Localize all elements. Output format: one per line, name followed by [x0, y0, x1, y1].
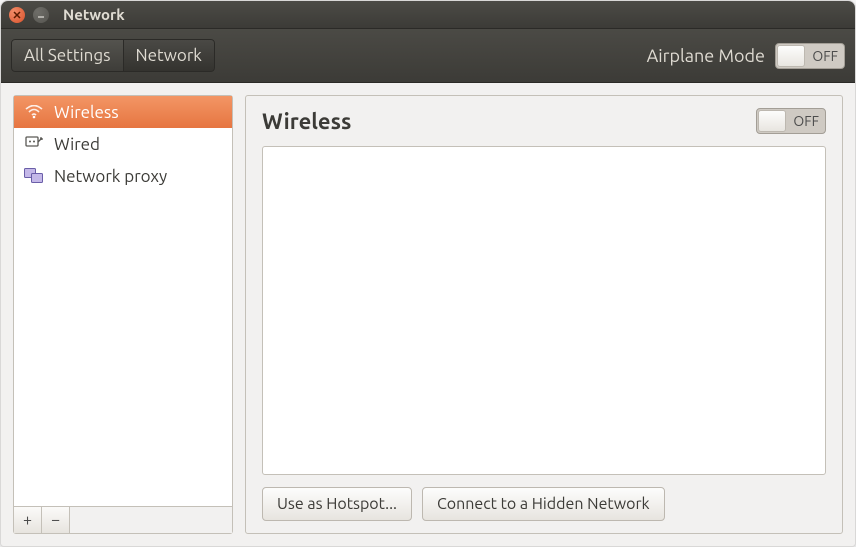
- airplane-mode-state: OFF: [812, 48, 838, 64]
- wired-icon: [24, 134, 44, 154]
- titlebar: Network: [1, 1, 855, 29]
- sidebar-item-wireless[interactable]: Wireless: [14, 96, 232, 128]
- sidebar-item-wired[interactable]: Wired: [14, 128, 232, 160]
- wireless-network-list[interactable]: [262, 146, 826, 475]
- network-settings-window: Network All Settings Network Airplane Mo…: [0, 0, 856, 547]
- minimize-icon[interactable]: [33, 7, 49, 23]
- connect-hidden-network-button[interactable]: Connect to a Hidden Network: [422, 487, 665, 521]
- sidebar-item-label: Wireless: [54, 103, 119, 122]
- wireless-state: OFF: [793, 113, 819, 129]
- wireless-toggle[interactable]: OFF: [756, 108, 826, 134]
- sidebar-item-label: Wired: [54, 135, 100, 154]
- wifi-icon: [24, 102, 44, 122]
- sidebar-list: Wireless Wired: [14, 96, 232, 506]
- content-title: Wireless: [262, 109, 351, 134]
- airplane-mode-toggle[interactable]: OFF: [775, 43, 845, 69]
- content-actions: Use as Hotspot... Connect to a Hidden Ne…: [262, 487, 826, 521]
- toggle-knob: [777, 45, 805, 67]
- add-connection-button[interactable]: +: [14, 507, 42, 533]
- crumb-network[interactable]: Network: [124, 39, 215, 72]
- content-header: Wireless OFF: [262, 108, 826, 134]
- sidebar-item-label: Network proxy: [54, 167, 167, 186]
- window-title: Network: [63, 6, 125, 23]
- toggle-knob: [758, 110, 786, 132]
- breadcrumb: All Settings Network: [11, 39, 215, 72]
- proxy-icon: [24, 166, 44, 186]
- toolbar: All Settings Network Airplane Mode OFF: [1, 29, 855, 83]
- sidebar-footer: + −: [14, 506, 232, 533]
- body: Wireless Wired: [1, 83, 855, 546]
- use-as-hotspot-button[interactable]: Use as Hotspot...: [262, 487, 412, 521]
- sidebar: Wireless Wired: [13, 95, 233, 534]
- content-panel: Wireless OFF Use as Hotspot... Connect t…: [245, 95, 843, 534]
- close-icon[interactable]: [9, 7, 25, 23]
- sidebar-item-proxy[interactable]: Network proxy: [14, 160, 232, 192]
- airplane-mode-label: Airplane Mode: [647, 46, 765, 66]
- crumb-all-settings[interactable]: All Settings: [11, 39, 124, 72]
- remove-connection-button[interactable]: −: [42, 507, 70, 533]
